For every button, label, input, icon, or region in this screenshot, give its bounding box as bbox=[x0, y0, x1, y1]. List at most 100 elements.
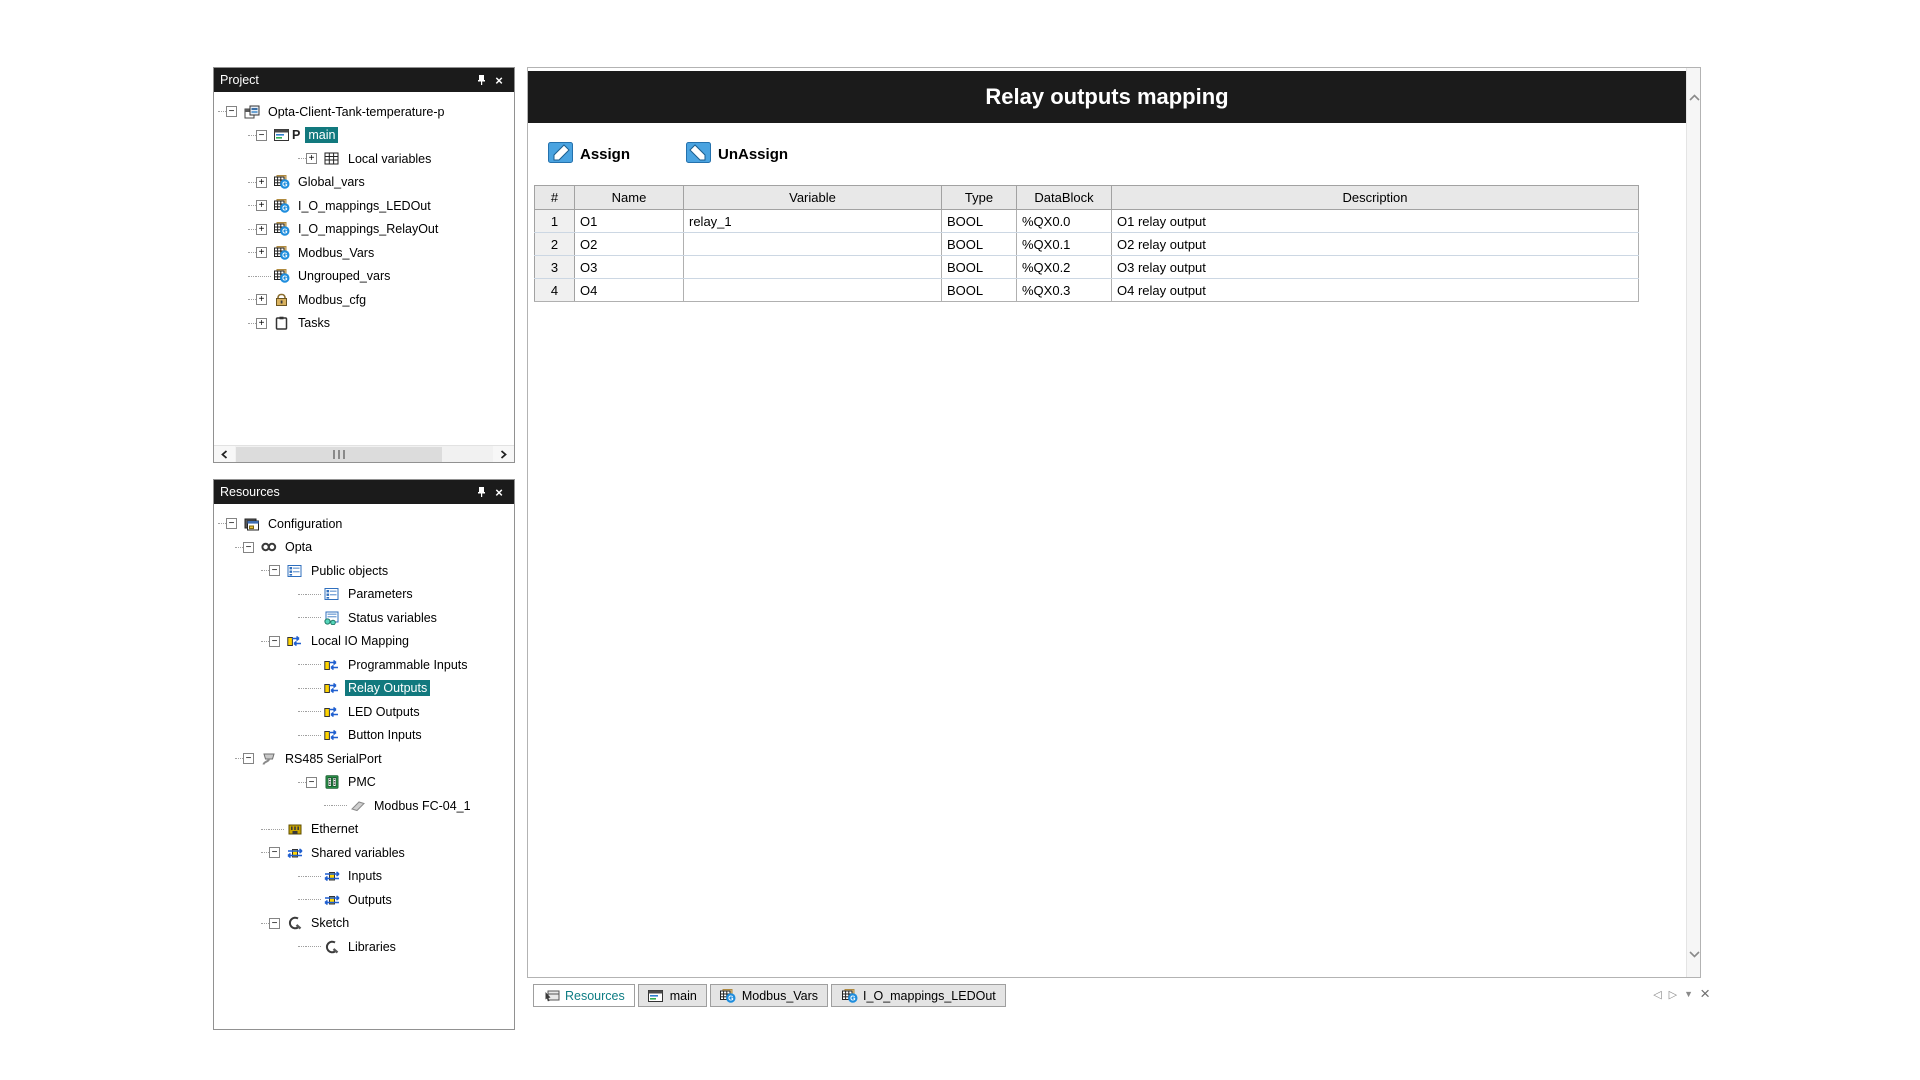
tree-item-i-o-mappings-relayout[interactable]: +GI_O_mappings_RelayOut bbox=[214, 218, 514, 242]
expand-icon[interactable]: + bbox=[256, 318, 267, 329]
tab-list-dropdown-icon[interactable]: ▼ bbox=[1684, 989, 1693, 999]
tree-item-local-variables[interactable]: +Local variables bbox=[214, 147, 514, 171]
cell-type[interactable]: BOOL bbox=[942, 210, 1017, 233]
cell-name[interactable]: O4 bbox=[575, 279, 684, 302]
close-icon[interactable]: × bbox=[490, 484, 508, 500]
tree-item-button-inputs[interactable]: Button Inputs bbox=[214, 724, 514, 748]
tree-item-opta-client-tank-temperature-p[interactable]: −Opta-Client-Tank-temperature-p bbox=[214, 100, 514, 124]
cell-datablock[interactable]: %QX0.1 bbox=[1017, 233, 1112, 256]
expand-icon[interactable]: + bbox=[256, 200, 267, 211]
row-number-cell[interactable]: 1 bbox=[535, 210, 575, 233]
scroll-left-icon[interactable] bbox=[214, 446, 235, 462]
tree-item-parameters[interactable]: Parameters bbox=[214, 583, 514, 607]
tree-item-ethernet[interactable]: Ethernet bbox=[214, 818, 514, 842]
cell-datablock[interactable]: %QX0.2 bbox=[1017, 256, 1112, 279]
cell-type[interactable]: BOOL bbox=[942, 233, 1017, 256]
tree-item-local-io-mapping[interactable]: −Local IO Mapping bbox=[214, 630, 514, 654]
cell-variable[interactable] bbox=[684, 256, 942, 279]
tree-item-libraries[interactable]: Libraries bbox=[214, 935, 514, 959]
tree-item-i-o-mappings-ledout[interactable]: +GI_O_mappings_LEDOut bbox=[214, 194, 514, 218]
expand-icon[interactable]: + bbox=[256, 224, 267, 235]
cell-description[interactable]: O2 relay output bbox=[1112, 233, 1639, 256]
cell-description[interactable]: O3 relay output bbox=[1112, 256, 1639, 279]
tree-item-outputs[interactable]: Outputs bbox=[214, 888, 514, 912]
cell-description[interactable]: O4 relay output bbox=[1112, 279, 1639, 302]
row-number-cell[interactable]: 2 bbox=[535, 233, 575, 256]
collapse-icon[interactable]: − bbox=[269, 847, 280, 858]
collapse-icon[interactable]: − bbox=[256, 130, 267, 141]
collapse-icon[interactable]: − bbox=[243, 753, 254, 764]
collapse-icon[interactable]: − bbox=[226, 518, 237, 529]
tree-item-modbus-vars[interactable]: +GModbus_Vars bbox=[214, 241, 514, 265]
tree-item-ungrouped-vars[interactable]: GUngrouped_vars bbox=[214, 265, 514, 289]
pin-icon[interactable] bbox=[472, 484, 490, 500]
tree-item-rs485-serialport[interactable]: −RS485 SerialPort bbox=[214, 747, 514, 771]
expand-icon[interactable]: + bbox=[306, 153, 317, 164]
collapse-icon[interactable]: − bbox=[269, 918, 280, 929]
tree-item-shared-variables[interactable]: −Shared variables bbox=[214, 841, 514, 865]
cell-datablock[interactable]: %QX0.3 bbox=[1017, 279, 1112, 302]
tab-scroll-left-icon[interactable]: ◁ bbox=[1653, 988, 1661, 1001]
cell-variable[interactable] bbox=[684, 233, 942, 256]
expand-icon[interactable]: + bbox=[256, 294, 267, 305]
tab-scroll-right-icon[interactable]: ▷ bbox=[1669, 988, 1677, 1001]
tree-item-led-outputs[interactable]: LED Outputs bbox=[214, 700, 514, 724]
tree-item-label: Ungrouped_vars bbox=[295, 268, 393, 284]
close-icon[interactable]: × bbox=[490, 72, 508, 88]
tree-item-label: Modbus FC-04_1 bbox=[371, 798, 474, 814]
cell-type[interactable]: BOOL bbox=[942, 279, 1017, 302]
assign-icon bbox=[548, 142, 573, 167]
tree-item-modbus-fc-04-1[interactable]: Modbus FC-04_1 bbox=[214, 794, 514, 818]
tab-main[interactable]: main bbox=[638, 984, 707, 1007]
unassign-button[interactable]: UnAssign bbox=[686, 142, 788, 167]
tree-item-public-objects[interactable]: −Public objects bbox=[214, 559, 514, 583]
scrollbar-thumb[interactable] bbox=[236, 447, 442, 462]
cell-variable[interactable]: relay_1 bbox=[684, 210, 942, 233]
expand-icon[interactable]: + bbox=[256, 177, 267, 188]
tree-item-opta[interactable]: −Opta bbox=[214, 536, 514, 560]
tree-item-modbus-cfg[interactable]: +Modbus_cfg bbox=[214, 288, 514, 312]
tree-guide bbox=[261, 570, 269, 571]
tree-item-label: Inputs bbox=[345, 868, 385, 884]
expand-icon[interactable]: + bbox=[256, 247, 267, 258]
tree-item-tasks[interactable]: +Tasks bbox=[214, 312, 514, 336]
assign-button[interactable]: Assign bbox=[548, 142, 630, 167]
tab-modbus-vars[interactable]: GModbus_Vars bbox=[710, 984, 828, 1007]
cell-variable[interactable] bbox=[684, 279, 942, 302]
document-tabbar: Resources main GModbus_VarsGI_O_mappings_L… bbox=[527, 984, 1712, 1010]
tab-label: main bbox=[670, 989, 697, 1003]
ethernet-icon bbox=[286, 822, 303, 837]
pin-icon[interactable] bbox=[472, 72, 490, 88]
tree-item-status-variables[interactable]: Status variables bbox=[214, 606, 514, 630]
tab-close-icon[interactable]: × bbox=[1700, 987, 1710, 1001]
editor-vertical-scrollbar[interactable] bbox=[1686, 68, 1700, 977]
project-horizontal-scrollbar[interactable] bbox=[214, 445, 514, 462]
collapse-icon[interactable]: − bbox=[243, 542, 254, 553]
tree-item-pmc[interactable]: −PMC bbox=[214, 771, 514, 795]
collapse-icon[interactable]: − bbox=[226, 106, 237, 117]
tree-item-configuration[interactable]: −Configuration bbox=[214, 512, 514, 536]
tree-item-global-vars[interactable]: +GGlobal_vars bbox=[214, 171, 514, 195]
tree-item-sketch[interactable]: −Sketch bbox=[214, 912, 514, 936]
cell-name[interactable]: O2 bbox=[575, 233, 684, 256]
tab-resources[interactable]: Resources bbox=[533, 984, 635, 1007]
scroll-up-icon[interactable] bbox=[1688, 86, 1700, 108]
collapse-icon[interactable]: − bbox=[269, 565, 280, 576]
cell-datablock[interactable]: %QX0.0 bbox=[1017, 210, 1112, 233]
collapse-icon[interactable]: − bbox=[269, 636, 280, 647]
scroll-right-icon[interactable] bbox=[493, 446, 514, 462]
tab-i-o-mappings-ledout[interactable]: GI_O_mappings_LEDOut bbox=[831, 984, 1006, 1007]
row-number-cell[interactable]: 3 bbox=[535, 256, 575, 279]
tree-item-main[interactable]: −Pmain bbox=[214, 124, 514, 148]
cell-description[interactable]: O1 relay output bbox=[1112, 210, 1639, 233]
row-number-cell[interactable]: 4 bbox=[535, 279, 575, 302]
tree-item-inputs[interactable]: Inputs bbox=[214, 865, 514, 889]
scroll-down-icon[interactable] bbox=[1688, 943, 1700, 965]
collapse-icon[interactable]: − bbox=[306, 777, 317, 788]
project-tree: −Opta-Client-Tank-temperature-p−Pmain+Lo… bbox=[214, 92, 514, 445]
cell-name[interactable]: O3 bbox=[575, 256, 684, 279]
tree-item-programmable-inputs[interactable]: Programmable Inputs bbox=[214, 653, 514, 677]
cell-name[interactable]: O1 bbox=[575, 210, 684, 233]
tree-item-relay-outputs[interactable]: Relay Outputs bbox=[214, 677, 514, 701]
cell-type[interactable]: BOOL bbox=[942, 256, 1017, 279]
